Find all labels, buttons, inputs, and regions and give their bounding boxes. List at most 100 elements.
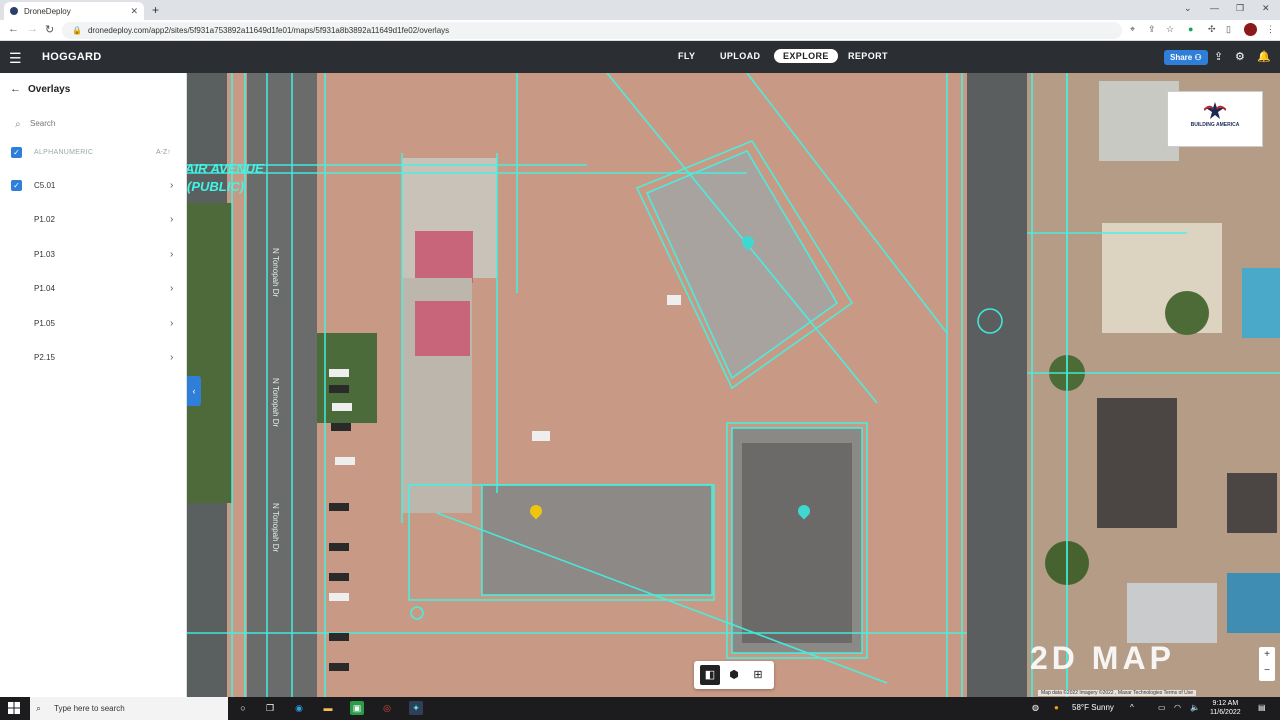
bookmark-star-icon[interactable]: ☆ [1166, 24, 1174, 35]
browser-tab[interactable]: DroneDeploy ✕ [4, 2, 144, 20]
overlay-item[interactable]: P1.04 › [0, 274, 187, 302]
collapse-panel-button[interactable]: ‹ [187, 376, 201, 406]
sort-header-row: ✓ ALPHANUMERIC A-Z↑ [0, 138, 187, 166]
map-mode-label: 2D MAP [1030, 640, 1175, 676]
overlay-item-label: P2.15 [34, 352, 55, 362]
overlay-item[interactable]: P1.02 › [0, 205, 187, 233]
zoom-out-button[interactable]: − [1259, 663, 1275, 679]
2d-map-view-icon[interactable]: ◧ [700, 665, 720, 685]
system-clock[interactable]: 9:12 AM 11/6/2022 [1210, 699, 1241, 717]
sort-order-label: A-Z [156, 148, 168, 156]
taskbar-search-placeholder: Type here to search [54, 704, 125, 713]
extensions-puzzle-icon[interactable]: ✣ [1208, 24, 1216, 35]
map-canvas[interactable]: AIR AVENUE (PUBLIC) N Tonopah Dr N Tonop… [187, 73, 1280, 697]
aerial-map-overlay: AIR AVENUE (PUBLIC) N Tonopah Dr N Tonop… [187, 73, 1280, 697]
address-bar-row: ← → ↻ 🔒 dronedeploy.com/app2/sites/5f931… [0, 20, 1280, 41]
forward-icon[interactable]: → [27, 23, 38, 35]
cortana-icon[interactable]: ○ [236, 701, 250, 715]
tab-report[interactable]: REPORT [848, 51, 888, 61]
profile-avatar[interactable] [1244, 23, 1257, 36]
chevron-right-icon[interactable]: › [170, 318, 173, 329]
task-view-icon[interactable]: ❐ [263, 701, 277, 715]
show-hidden-icons-icon[interactable]: ^ [1130, 703, 1134, 712]
star-wings-icon [1204, 102, 1226, 119]
street-label-n-tonopah-dr: N Tonopah Dr [271, 248, 280, 298]
back-icon[interactable]: ← [8, 23, 19, 35]
network-status-icon[interactable]: ◍ [1032, 703, 1039, 712]
clock-date: 11/6/2022 [1210, 709, 1241, 716]
select-all-checkbox[interactable]: ✓ [11, 146, 22, 158]
overlays-panel: ← Overlays ⌕ ✓ ALPHANUMERIC A-Z↑ ✓ C5.01… [0, 73, 187, 697]
tab-search-icon[interactable]: ⌄ [1184, 3, 1192, 14]
share-page-icon[interactable]: ⇪ [1148, 24, 1156, 35]
tab-explore[interactable]: EXPLORE [774, 49, 838, 63]
taskbar-search-box[interactable]: ⌕ Type here to search [30, 697, 228, 720]
overlay-search-input[interactable] [30, 119, 170, 128]
building-america-logo: BUILDING AMERICA [1167, 91, 1263, 147]
zoom-controls: + − [1259, 647, 1275, 681]
map-attribution: Map data ©2022 Imagery ©2022 , Maxar Tec… [1038, 690, 1196, 696]
layers-view-icon[interactable]: ⊞ [748, 665, 768, 685]
dronedeploy-app-icon[interactable]: ✦ [409, 701, 423, 715]
url-text: dronedeploy.com/app2/sites/5f931a753892a… [87, 26, 450, 35]
windows-start-icon[interactable] [8, 702, 20, 714]
sort-toggle[interactable]: A-Z↑ [156, 149, 171, 156]
search-icon: ⌕ [36, 703, 42, 713]
overlay-item[interactable]: P2.15 › [0, 343, 187, 371]
zoom-in-button[interactable]: + [1259, 647, 1275, 663]
street-label-n-tonopah-dr: N Tonopah Dr [271, 378, 280, 428]
overlay-item-label: P1.05 [34, 318, 55, 328]
tab-upload[interactable]: UPLOAD [720, 51, 760, 61]
overlay-item[interactable]: P1.03 › [0, 240, 187, 268]
volume-icon[interactable]: 🔈 [1190, 703, 1200, 712]
notification-center-icon[interactable]: ▤ [1258, 703, 1266, 712]
location-icon[interactable]: ⌖ [1130, 24, 1135, 35]
notifications-bell-icon[interactable]: 🔔 [1257, 50, 1271, 63]
side-panel-icon[interactable]: ▯ [1226, 24, 1231, 35]
tab-fly[interactable]: FLY [678, 51, 695, 61]
overlay-item[interactable]: P1.05 › [0, 309, 187, 337]
logo-text: BUILDING AMERICA [1190, 122, 1240, 128]
app-header: ☰ HOGGARD FLY UPLOAD EXPLORE REPORT Shar… [0, 41, 1280, 73]
street-label-n-tonopah-dr: N Tonopah Dr [271, 503, 280, 553]
browser-tab-strip: DroneDeploy ✕ + ⌄ — ❐ ✕ [0, 0, 1280, 20]
chevron-right-icon[interactable]: › [170, 352, 173, 363]
chevron-right-icon[interactable]: › [170, 283, 173, 294]
share-button-label: Share [1170, 53, 1193, 62]
browser-menu-icon[interactable]: ⋮ [1266, 24, 1275, 35]
tray-app-icon[interactable]: ▭ [1158, 703, 1166, 712]
new-tab-icon[interactable]: + [152, 3, 159, 17]
edge-browser-icon[interactable]: ◉ [292, 701, 306, 715]
url-field[interactable]: 🔒 dronedeploy.com/app2/sites/5f931a75389… [62, 22, 1122, 39]
3d-model-view-icon[interactable]: ⬢ [724, 665, 744, 685]
wifi-icon[interactable]: ◠ [1174, 703, 1181, 712]
chrome-icon[interactable]: ◎ [380, 701, 394, 715]
map-view-toolbar: ◧ ⬢ ⊞ [694, 661, 774, 689]
browser-tab-title: DroneDeploy [24, 6, 71, 16]
overlay-item-label: P1.03 [34, 249, 55, 259]
maximize-icon[interactable]: ❐ [1236, 3, 1244, 14]
chevron-right-icon[interactable]: › [170, 214, 173, 225]
chevron-right-icon[interactable]: › [170, 249, 173, 260]
reload-icon[interactable]: ↻ [45, 23, 54, 36]
file-explorer-icon[interactable]: ▬ [321, 701, 335, 715]
overlay-checkbox[interactable]: ✓ [11, 179, 22, 191]
weather-text[interactable]: 58°F Sunny [1072, 703, 1114, 712]
overlay-item[interactable]: ✓ C5.01 › [0, 171, 187, 199]
settings-gear-icon[interactable]: ⚙ [1235, 50, 1245, 63]
extension-icon[interactable]: ● [1188, 24, 1193, 34]
store-icon[interactable]: ▣ [350, 701, 364, 715]
search-icon: ⌕ [15, 119, 21, 130]
panel-title: Overlays [28, 84, 71, 95]
close-tab-icon[interactable]: ✕ [130, 6, 138, 17]
minimize-icon[interactable]: — [1210, 3, 1219, 13]
share-button[interactable]: Share ⚇ [1164, 50, 1208, 65]
windows-taskbar: ⌕ Type here to search ○ ❐ ◉ ▬ ▣ ◎ ✦ ◍ ● … [0, 697, 1280, 720]
export-icon[interactable]: ⇪ [1214, 50, 1223, 63]
dronedeploy-favicon-icon [10, 7, 18, 15]
clock-time: 9:12 AM [1212, 700, 1239, 707]
back-arrow-icon[interactable]: ← [10, 83, 21, 95]
hamburger-menu-icon[interactable]: ☰ [9, 50, 22, 67]
chevron-right-icon[interactable]: › [170, 180, 173, 191]
close-window-icon[interactable]: ✕ [1262, 3, 1270, 14]
